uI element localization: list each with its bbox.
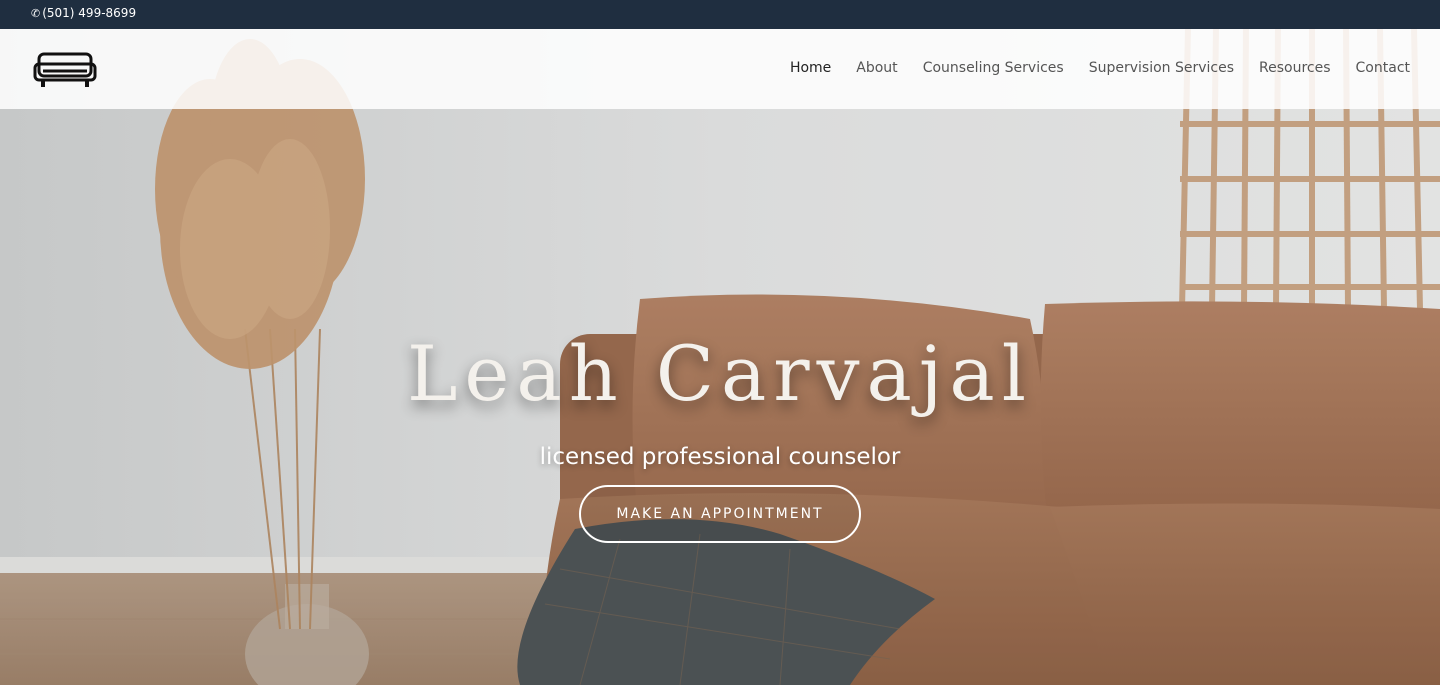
- phone-link[interactable]: ✆ (501) 499-8699: [31, 6, 136, 20]
- nav-contact[interactable]: Contact: [1356, 60, 1410, 76]
- hero-title: Leah Carvajal: [406, 329, 1034, 418]
- nav-supervision-services[interactable]: Supervision Services: [1089, 60, 1234, 76]
- sofa-icon[interactable]: [33, 50, 97, 90]
- nav-resources[interactable]: Resources: [1259, 60, 1331, 76]
- nav-about[interactable]: About: [856, 60, 897, 76]
- nav-counseling-services[interactable]: Counseling Services: [923, 60, 1064, 76]
- hero-section: Leah Carvajal licensed professional coun…: [0, 29, 1440, 685]
- main-nav: Home About Counseling Services Supervisi…: [790, 60, 1410, 76]
- phone-icon: ✆: [31, 6, 41, 20]
- make-appointment-button[interactable]: MAKE AN APPOINTMENT: [579, 485, 861, 543]
- phone-number: (501) 499-8699: [42, 6, 137, 20]
- top-bar: ✆ (501) 499-8699: [0, 0, 1440, 29]
- hero-subtitle: licensed professional counselor: [539, 444, 901, 470]
- site-header: Home About Counseling Services Supervisi…: [0, 29, 1440, 109]
- nav-home[interactable]: Home: [790, 60, 831, 76]
